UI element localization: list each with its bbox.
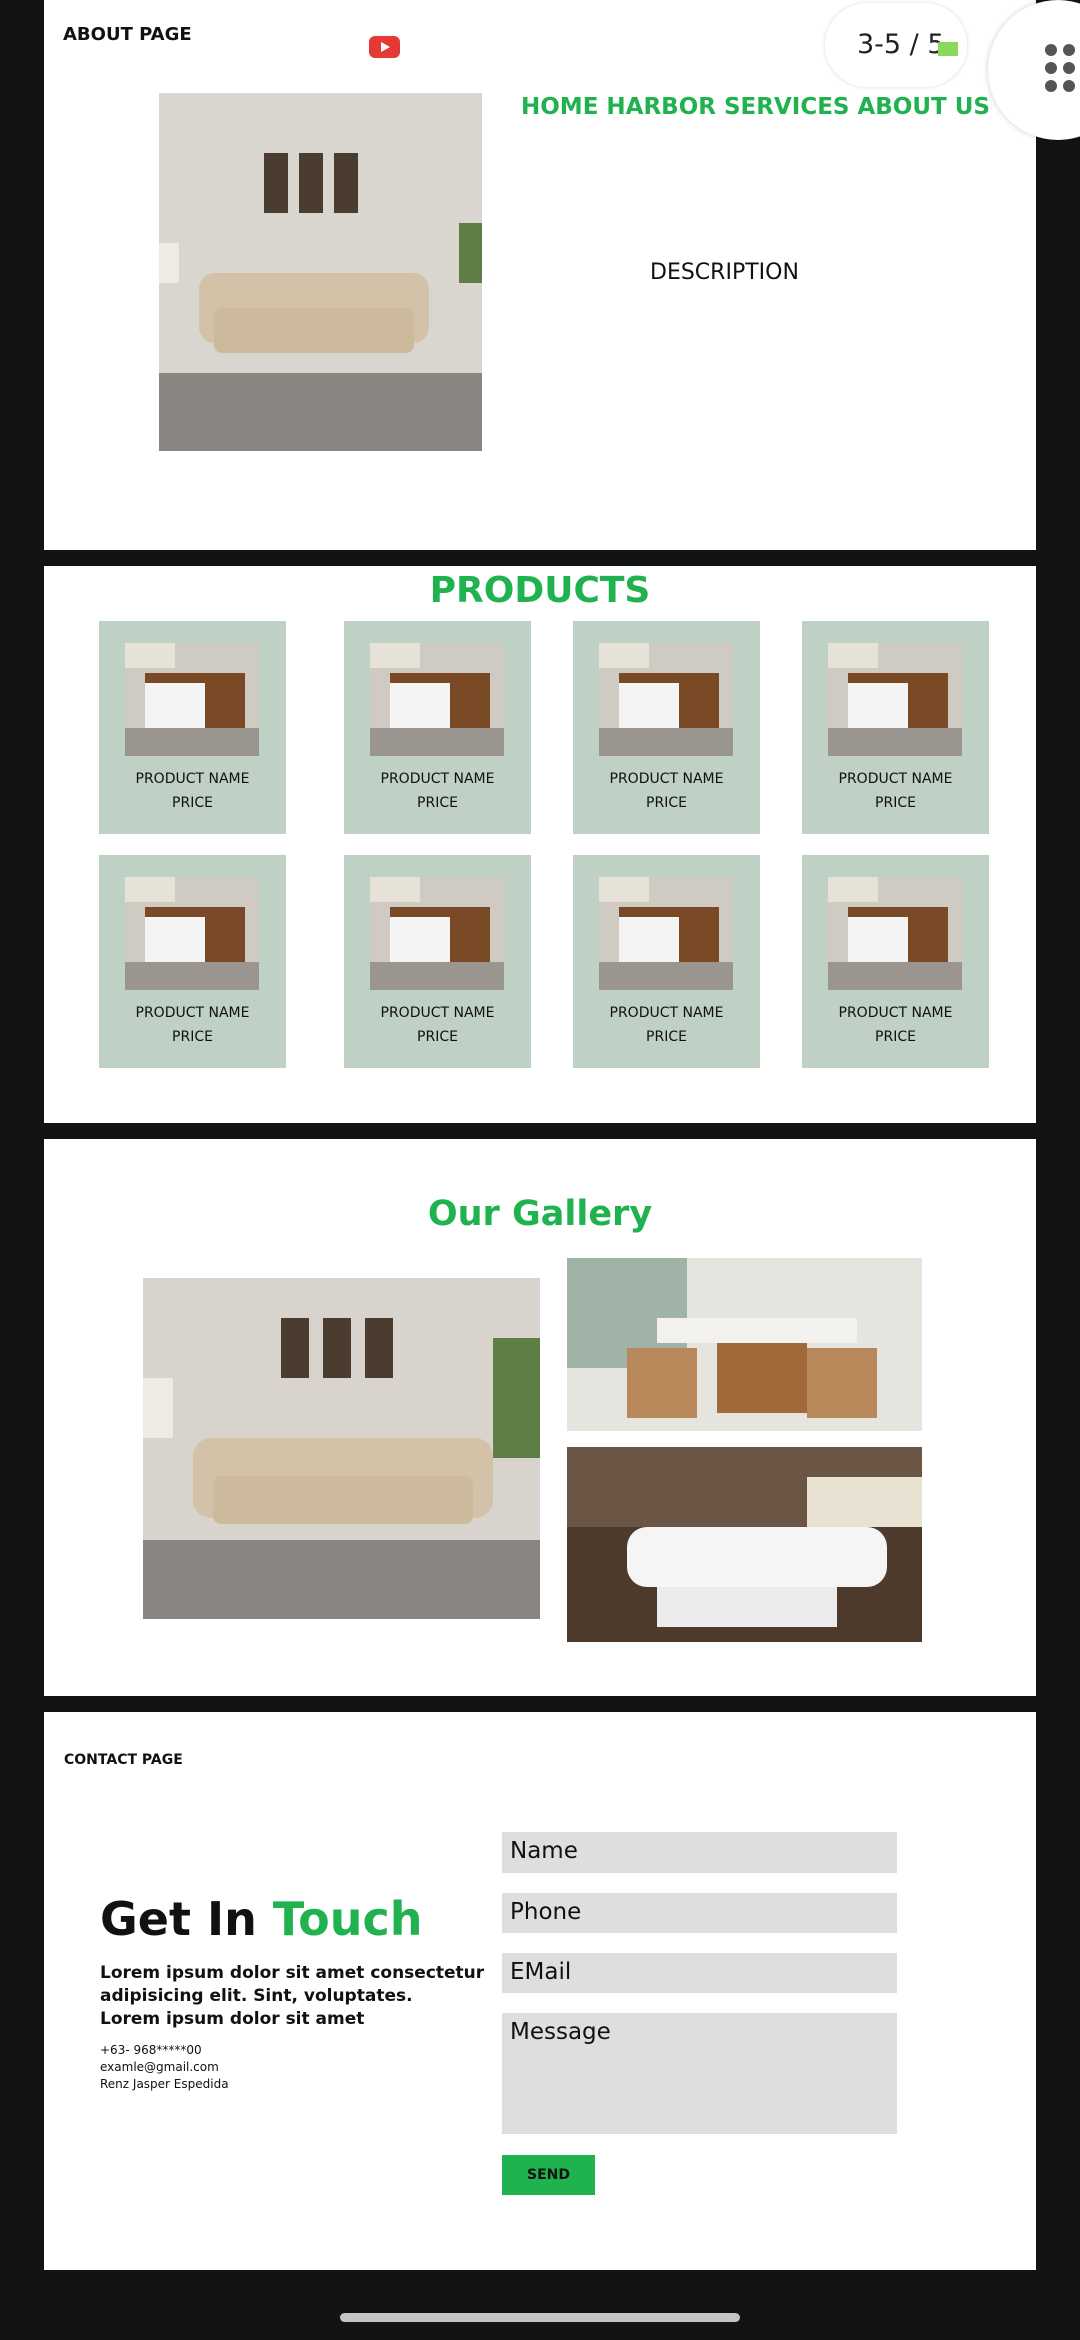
- contact-body-line2: adipisicing elit. Sint, voluptates.: [100, 1986, 413, 2006]
- product-name: PRODUCT NAME: [380, 771, 495, 787]
- message-field[interactable]: Message: [502, 2013, 897, 2134]
- product-price: PRICE: [417, 1029, 458, 1045]
- product-card[interactable]: PRODUCT NAME PRICE: [573, 621, 760, 834]
- product-image: [828, 877, 962, 990]
- contact-body-line1: Lorem ipsum dolor sit amet consectetur: [100, 1963, 485, 1983]
- product-image: [828, 643, 962, 756]
- contact-phone: +63- 968*****00: [100, 2043, 202, 2057]
- product-card[interactable]: PRODUCT NAME PRICE: [802, 621, 989, 834]
- product-image: [370, 643, 504, 756]
- product-card[interactable]: PRODUCT NAME PRICE: [802, 855, 989, 1068]
- product-price: PRICE: [646, 795, 687, 811]
- product-image: [125, 877, 259, 990]
- product-image: [599, 877, 733, 990]
- product-price: PRICE: [875, 795, 916, 811]
- about-description: DESCRIPTION: [650, 260, 799, 285]
- gallery-title: Our Gallery: [427, 1194, 653, 1234]
- product-image: [599, 643, 733, 756]
- contact-heading-part2: Touch: [272, 1892, 423, 1946]
- gallery-slide: Our Gallery: [44, 1139, 1036, 1696]
- name-field[interactable]: Name: [502, 1832, 897, 1873]
- product-name: PRODUCT NAME: [609, 771, 724, 787]
- gallery-coffee-table-image: [567, 1447, 922, 1642]
- contact-page-label: CONTACT PAGE: [64, 1752, 183, 1768]
- about-sofa-image: [159, 93, 482, 451]
- contact-body-line3: Lorem ipsum dolor sit amet: [100, 2009, 365, 2029]
- product-name: PRODUCT NAME: [838, 1005, 953, 1021]
- product-name: PRODUCT NAME: [838, 771, 953, 787]
- product-card[interactable]: PRODUCT NAME PRICE: [99, 621, 286, 834]
- contact-details: +63- 968*****00 examle@gmail.com Renz Ja…: [100, 2042, 229, 2093]
- home-indicator[interactable]: [340, 2313, 740, 2322]
- gallery-sofa-image: [143, 1278, 540, 1619]
- phone-field[interactable]: Phone: [502, 1893, 897, 1933]
- about-page-label: ABOUT PAGE: [63, 24, 192, 45]
- send-button[interactable]: SEND: [502, 2155, 595, 2195]
- product-card[interactable]: PRODUCT NAME PRICE: [344, 621, 531, 834]
- about-heading: HOME HARBOR SERVICES ABOUT US: [521, 94, 990, 120]
- products-title: PRODUCTS: [429, 570, 651, 611]
- products-slide: PRODUCTS PRODUCT NAME PRICE PRODUCT NAME PR…: [44, 566, 1036, 1123]
- gallery-dining-image: [567, 1258, 922, 1431]
- battery-icon: [938, 42, 958, 56]
- contact-body: Lorem ipsum dolor sit amet consectetur a…: [100, 1962, 484, 2031]
- product-name: PRODUCT NAME: [609, 1005, 724, 1021]
- product-card[interactable]: PRODUCT NAME PRICE: [99, 855, 286, 1068]
- product-price: PRICE: [646, 1029, 687, 1045]
- product-name: PRODUCT NAME: [380, 1005, 495, 1021]
- page-counter-pill: 3-5 / 5: [825, 3, 967, 87]
- contact-heading-part1: Get In: [100, 1892, 257, 1946]
- contact-author: Renz Jasper Espedida: [100, 2077, 229, 2091]
- email-field[interactable]: EMail: [502, 1953, 897, 1993]
- product-card[interactable]: PRODUCT NAME PRICE: [344, 855, 531, 1068]
- product-price: PRICE: [172, 1029, 213, 1045]
- product-card[interactable]: PRODUCT NAME PRICE: [573, 855, 760, 1068]
- contact-heading: Get In Touch: [100, 1892, 422, 1946]
- product-price: PRICE: [172, 795, 213, 811]
- contact-slide: CONTACT PAGE Get In Touch Lorem ipsum do…: [44, 1712, 1036, 2270]
- product-price: PRICE: [875, 1029, 916, 1045]
- apps-grid-icon: [1045, 44, 1075, 92]
- contact-email: examle@gmail.com: [100, 2060, 219, 2074]
- product-name: PRODUCT NAME: [135, 1005, 250, 1021]
- page-counter: 3-5 / 5: [857, 29, 945, 60]
- product-image: [125, 643, 259, 756]
- product-price: PRICE: [417, 795, 458, 811]
- product-image: [370, 877, 504, 990]
- product-name: PRODUCT NAME: [135, 771, 250, 787]
- youtube-icon[interactable]: [369, 36, 400, 58]
